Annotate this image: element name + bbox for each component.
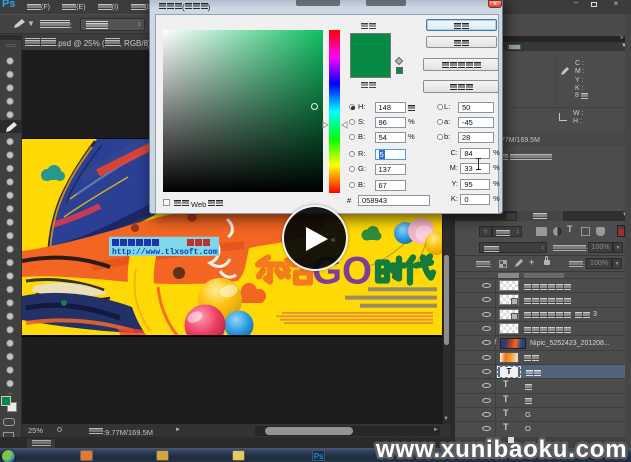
svg-text:http://www.tlxsoft.com: http://www.tlxsoft.com	[112, 248, 218, 257]
